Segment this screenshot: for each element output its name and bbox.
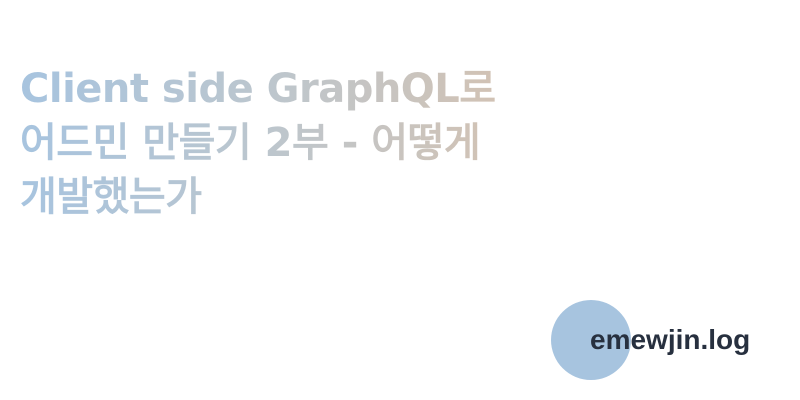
og-card: Client side GraphQL로 어드민 만들기 2부 - 어떻게 개발… (0, 0, 800, 400)
post-title: Client side GraphQL로 어드민 만들기 2부 - 어떻게 개발… (20, 62, 580, 224)
post-title-line-1: Client side GraphQL로 (20, 66, 496, 112)
blog-brand: emewjin.log (551, 300, 781, 380)
post-title-line-2: 어드민 만들기 2부 - 어떻게 (20, 120, 481, 166)
post-title-line-3: 개발했는가 (20, 174, 202, 220)
brand-name: emewjin.log (590, 324, 751, 355)
